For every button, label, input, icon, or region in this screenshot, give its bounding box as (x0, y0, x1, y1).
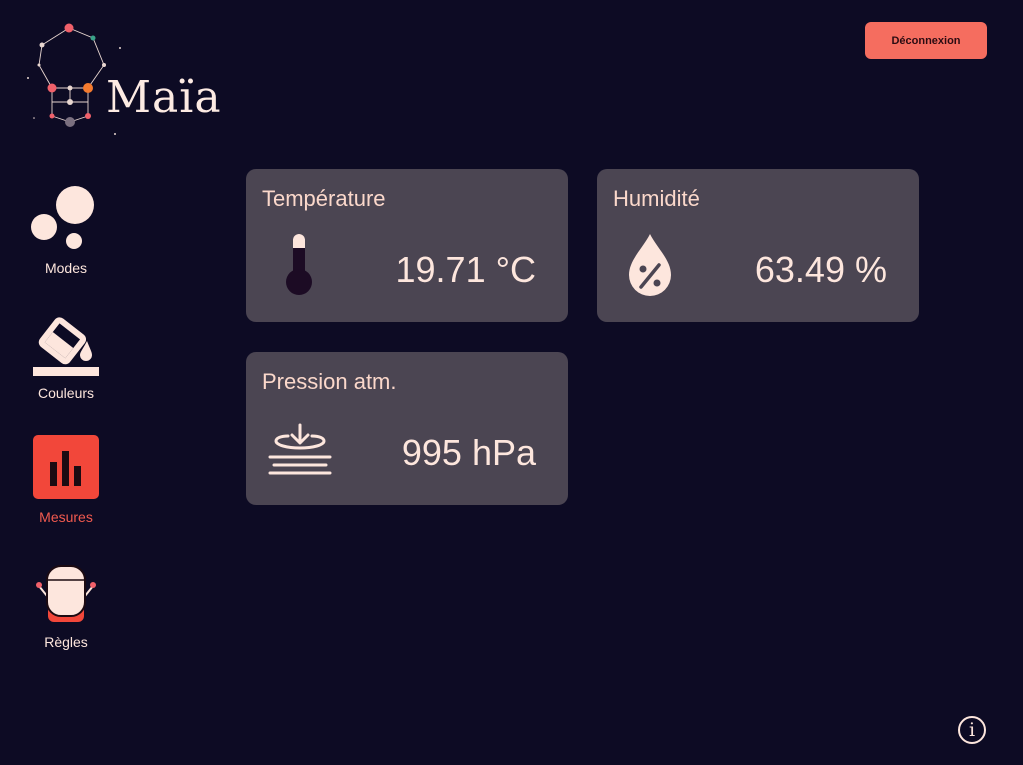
info-button[interactable]: i (958, 716, 986, 744)
sidebar-item-regles[interactable]: Règles (20, 558, 112, 668)
card-title: Pression atm. (262, 369, 397, 394)
humidity-card: Humidité 63.49 % (597, 169, 919, 322)
app-title: Maïa (106, 72, 222, 123)
thermometer-icon (268, 231, 328, 301)
sidebar-item-label: Règles (44, 634, 88, 650)
pressure-value: 995 hPa (401, 432, 536, 473)
sidebar-item-label: Mesures (39, 509, 93, 525)
humidity-value: 63.49 % (754, 249, 887, 290)
card-title: Humidité (613, 186, 700, 211)
pressure-icon (268, 414, 332, 484)
card-title: Température (262, 186, 386, 211)
sidebar-item-modes[interactable]: Modes (20, 184, 112, 294)
bar-chart-icon (31, 433, 101, 503)
bubbles-icon (31, 184, 101, 254)
robot-icon (31, 558, 101, 628)
temperature-card: Température 19.71 °C (246, 169, 568, 322)
humidity-drop-icon (619, 231, 679, 301)
sidebar-item-label: Couleurs (37, 385, 95, 401)
pressure-card: Pression atm. 995 hPa (246, 352, 568, 505)
logout-button[interactable]: Déconnexion (865, 22, 987, 59)
sidebar-item-label: Modes (44, 260, 88, 276)
sidebar-item-couleurs[interactable]: Couleurs (20, 309, 112, 419)
sidebar-item-mesures[interactable]: Mesures (20, 433, 112, 543)
paint-bucket-icon (31, 309, 101, 379)
temperature-value: 19.71 °C (395, 249, 536, 290)
